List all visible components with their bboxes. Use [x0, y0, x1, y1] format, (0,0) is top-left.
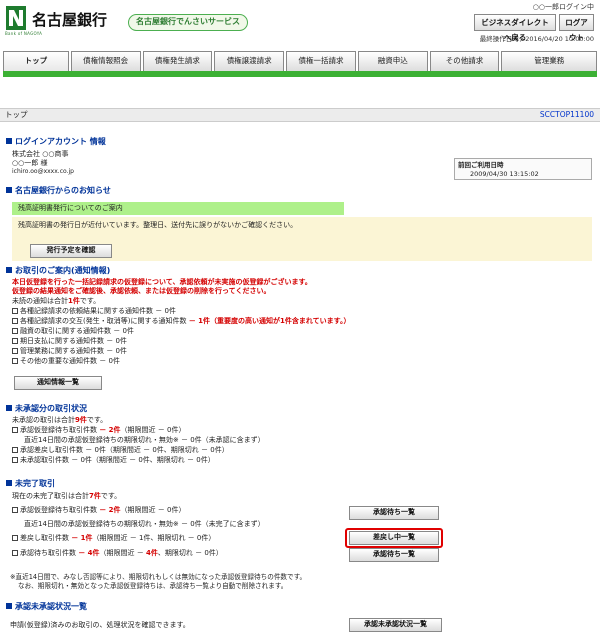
tab-admin[interactable]: 管理業務 — [501, 51, 598, 71]
user-email: ichiro.oo@xxxx.co.jp — [12, 168, 74, 175]
page-title-bar: トップ SCCTOP11100 — [0, 108, 600, 122]
unapproved-line: 承認差戻し取引件数 － 0件（期限間近 － 0件、期限切れ － 0件） — [12, 446, 229, 455]
notice-title[interactable]: 残高証明書発行についてのご案内 — [12, 202, 344, 215]
square-bullet-icon — [6, 405, 12, 411]
approval-wait-list-button-1[interactable]: 承認待ち一覧 — [349, 506, 439, 520]
checkbox-icon — [12, 535, 18, 541]
notice-heading: 名古屋銀行からのお知らせ — [6, 186, 111, 197]
checkbox-icon — [12, 358, 18, 364]
checkbox-icon — [12, 427, 18, 433]
login-account-heading: ログインアカウント 情報 — [6, 137, 106, 148]
check-issue-schedule-button[interactable]: 発行予定を確認 — [30, 244, 112, 258]
notification-list-button[interactable]: 通知情報一覧 — [14, 376, 102, 390]
incomplete-line: 承認待ち取引件数 － 4件（期限間近 － 4件、期限切れ － 0件） — [12, 549, 223, 558]
incomplete-line: 承認仮登録待ち取引件数 － 2件（期限間近 － 0件） — [12, 506, 185, 515]
notification-alert-2: 仮登録の結果通知をご確認後、承認依頼、または仮登録の削除を行ってください。 — [12, 287, 271, 295]
notification-item[interactable]: 融資の取引に関する通知件数 － 0件 — [12, 327, 134, 336]
last-login-box: 前回ご利用日時 2009/04/30 13:15:02 — [454, 158, 592, 180]
checkbox-icon — [12, 348, 18, 354]
footnote-1: ※直近14日間で、みなし否認等により、期限切れもしくは無効になった承認仮登録待ち… — [10, 573, 307, 581]
nav-underline — [3, 71, 597, 77]
last-login-label: 前回ご利用日時 — [458, 161, 504, 169]
returned-list-button[interactable]: 差戻し中一覧 — [349, 531, 439, 545]
notifications-heading: お取引のご案内(通知情報) — [6, 266, 110, 277]
checkbox-icon — [12, 328, 18, 334]
unapproved-line: 未承認取引件数 － 0件（期限間近 － 0件、期限切れ － 0件） — [12, 456, 215, 465]
square-bullet-icon — [6, 187, 12, 193]
notification-item[interactable]: 管理業務に関する通知件数 － 0件 — [12, 347, 127, 356]
checkbox-icon — [12, 308, 18, 314]
checkbox-icon — [12, 550, 18, 556]
last-operation-time: 最終操作日時：2016/04/20 10:00:00 — [479, 35, 594, 43]
tab-top[interactable]: トップ — [3, 51, 69, 71]
unapproved-heading: 未承認分の取引状況 — [6, 404, 87, 415]
tab-bulk-request[interactable]: 債権一括請求 — [286, 51, 356, 71]
square-bullet-icon — [6, 480, 12, 486]
notification-item[interactable]: 各種記録請求の交互(発生・取消等)に関する通知件数 － 1件（重要度の高い通知が… — [12, 317, 350, 326]
square-bullet-icon — [6, 267, 12, 273]
square-bullet-icon — [6, 138, 12, 144]
logo-subtext: Bank of NAGOYA — [5, 31, 43, 36]
tab-loan-application[interactable]: 融資申込 — [357, 51, 428, 71]
last-login-value: 2009/04/30 13:15:02 — [470, 169, 539, 178]
bank-logo-icon — [6, 6, 26, 30]
login-user-status: ○○一郎ログイン中 — [532, 3, 594, 11]
page-title: トップ — [5, 110, 28, 119]
checkbox-icon — [12, 507, 18, 513]
unapproved-line: 承認仮登録待ち取引件数 － 2件（期限間近 － 0件） — [12, 426, 185, 435]
tab-other-requests[interactable]: その他請求 — [429, 51, 500, 71]
bizdirect-return-button[interactable]: ビジネスダイレクトへ戻る — [474, 14, 556, 42]
notice-text: 残高証明書の発行日が近付いています。整理日、送付先に誤りがないかご確認ください。 — [18, 221, 298, 229]
logout-button[interactable]: ログアウト — [559, 14, 594, 42]
tab-claim-inquiry[interactable]: 債権情報照会 — [70, 51, 141, 71]
approval-status-text: 申請(仮登録)済みのお取引の、処理状況を確認できます。 — [10, 621, 190, 629]
checkbox-icon — [12, 447, 18, 453]
approval-status-list-button[interactable]: 承認未承認状況一覧 — [349, 618, 442, 632]
incomplete-summary: 現在の未完了取引は合計7件です。 — [12, 492, 122, 500]
notification-item[interactable]: 期日支払に関する通知件数 － 0件 — [12, 337, 127, 346]
incomplete-line: 差戻し取引件数 － 1件（期限間近 － 1件、期限切れ － 0件） — [12, 534, 215, 543]
service-name-badge: 名古屋銀行でんさいサービス — [128, 14, 248, 31]
incomplete-heading: 未完了取引 — [6, 479, 55, 490]
unapproved-line: 直近14日間の承認仮登録待ちの期限切れ・無効※ － 0件（未承認に含まず） — [24, 436, 265, 444]
notification-item[interactable]: 各種記録請求の依頼結果に関する通知件数 － 0件 — [12, 307, 176, 316]
checkbox-icon — [12, 338, 18, 344]
header: Bank of NAGOYA 名古屋銀行 名古屋銀行でんさいサービス ○○一郎ロ… — [0, 0, 600, 46]
tab-claim-issue[interactable]: 債権発生請求 — [142, 51, 213, 71]
unread-summary: 未読の通知は合計1件です。 — [12, 297, 101, 305]
unapproved-summary: 未承認の取引は合計9件です。 — [12, 416, 108, 424]
square-bullet-icon — [6, 603, 12, 609]
approval-status-heading: 承認未承認状況一覧 — [6, 602, 87, 613]
main-nav: トップ 債権情報照会 債権発生請求 債権譲渡請求 債権一括請求 融資申込 その他… — [3, 51, 598, 71]
tab-claim-transfer[interactable]: 債権譲渡請求 — [214, 51, 285, 71]
approval-wait-list-button-2[interactable]: 承認待ち一覧 — [349, 548, 439, 562]
notification-item[interactable]: その他の重要な通知件数 － 0件 — [12, 357, 120, 366]
checkbox-icon — [12, 318, 18, 324]
bank-name: 名古屋銀行 — [32, 11, 108, 29]
incomplete-line: 直近14日間の承認仮登録待ちの期限切れ・無効※ － 0件（未完了に含まず） — [24, 520, 265, 528]
footnote-2: なお、期限切れ・無効となった承認仮登録待ちは、承認待ち一覧より自動で削除されます… — [18, 582, 288, 590]
checkbox-icon — [12, 457, 18, 463]
page-code: SCCTOP11100 — [539, 110, 594, 119]
